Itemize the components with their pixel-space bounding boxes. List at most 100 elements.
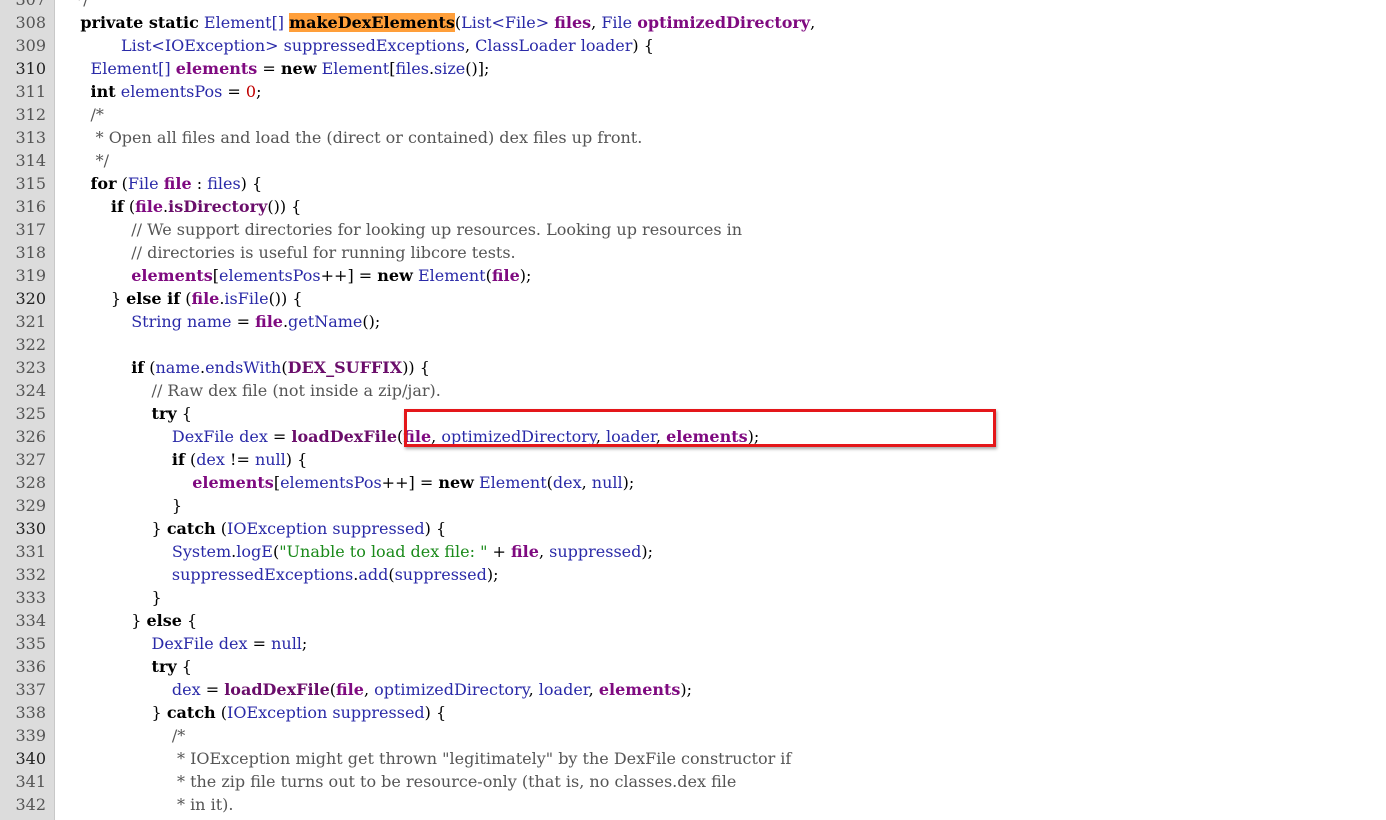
code-line[interactable]: 338 } catch (IOException suppressed) { <box>0 701 1386 724</box>
code-line[interactable]: 315 for (File file : files) { <box>0 172 1386 195</box>
code-line[interactable]: 319 elements[elementsPos++] = new Elemen… <box>0 264 1386 287</box>
code-token: ; <box>256 82 262 101</box>
code-token: ( <box>116 174 128 193</box>
code-line[interactable]: 332 suppressedExceptions.add(suppressed)… <box>0 563 1386 586</box>
code-token: ()]; <box>465 59 490 78</box>
code-token: isFile <box>224 289 269 308</box>
line-number: 321 <box>15 312 46 331</box>
line-source: List<IOException> suppressedExceptions, … <box>60 34 654 57</box>
code-line[interactable]: 341 * the zip file turns out to be resou… <box>0 770 1386 793</box>
code-token: ) { <box>424 519 447 538</box>
code-token: ) { <box>424 703 447 722</box>
line-source: * the zip file turns out to be resource-… <box>60 770 736 793</box>
code-token: try <box>151 657 177 676</box>
code-line[interactable]: 328 elements[elementsPos++] = new Elemen… <box>0 471 1386 494</box>
code-token: dex <box>218 634 248 653</box>
code-token: , <box>464 36 476 55</box>
line-source: elements[elementsPos++] = new Element(de… <box>60 471 634 494</box>
code-line[interactable]: 340 * IOException might get thrown "legi… <box>0 747 1386 770</box>
code-line[interactable]: 312 /* <box>0 103 1386 126</box>
line-number: 308 <box>15 13 46 32</box>
code-line[interactable]: 330 } catch (IOException suppressed) { <box>0 517 1386 540</box>
line-number: 315 <box>15 174 46 193</box>
code-line[interactable]: 329 } <box>0 494 1386 517</box>
code-token: file <box>135 197 164 216</box>
code-token: 0 <box>245 82 257 101</box>
code-line[interactable]: 323 if (name.endsWith(DEX_SUFFIX)) { <box>0 356 1386 379</box>
code-line[interactable]: 324 // Raw dex file (not inside a zip/ja… <box>0 379 1386 402</box>
code-line[interactable]: 307 */ <box>0 0 1386 11</box>
code-token: loader <box>538 680 589 699</box>
line-number: 332 <box>15 565 46 584</box>
line-source: * Open all files and load the (direct or… <box>60 126 643 149</box>
code-token: size <box>434 59 466 78</box>
code-line[interactable]: 317 // We support directories for lookin… <box>0 218 1386 241</box>
code-line[interactable]: 320 } else if (file.isFile()) { <box>0 287 1386 310</box>
code-line[interactable]: 334 } else { <box>0 609 1386 632</box>
code-line[interactable]: 314 */ <box>0 149 1386 172</box>
line-number: 324 <box>15 381 46 400</box>
code-line[interactable]: 339 /* <box>0 724 1386 747</box>
code-token: List<File> <box>461 13 550 32</box>
line-source: // We support directories for looking up… <box>60 218 742 241</box>
code-token: endsWith <box>205 358 282 377</box>
line-number: 327 <box>15 450 46 469</box>
code-token: { <box>181 611 198 630</box>
line-number: 307 <box>0 0 46 11</box>
code-token: ( <box>215 703 228 722</box>
code-token: catch <box>166 519 216 538</box>
code-line[interactable]: 311 int elementsPos = 0; <box>0 80 1386 103</box>
code-token: File <box>601 13 633 32</box>
code-line[interactable]: 327 if (dex != null) { <box>0 448 1386 471</box>
code-line[interactable]: 308 private static Element[] makeDexElem… <box>0 11 1386 34</box>
code-token: isDirectory <box>168 197 268 216</box>
code-token: ( <box>123 197 136 216</box>
code-token: , <box>581 473 592 492</box>
code-token: loadDexFile <box>224 680 330 699</box>
line-source: */ <box>60 0 88 11</box>
code-token: file <box>491 266 520 285</box>
code-line[interactable]: 316 if (file.isDirectory()) { <box>0 195 1386 218</box>
code-line[interactable]: 318 // directories is useful for running… <box>0 241 1386 264</box>
code-token: DexFile <box>171 427 235 446</box>
code-token: IOException <box>227 519 328 538</box>
code-token: { <box>176 657 192 676</box>
code-token: ( <box>180 289 192 308</box>
line-number: 329 <box>15 496 46 515</box>
line-source: DexFile dex = null; <box>60 632 308 655</box>
code-line[interactable]: 321 String name = file.getName(); <box>0 310 1386 333</box>
code-token: Element <box>321 59 390 78</box>
code-token: } <box>60 611 147 630</box>
code-line[interactable]: 310 Element[] elements = new Element[fil… <box>0 57 1386 80</box>
code-line[interactable]: 309 List<IOException> suppressedExceptio… <box>0 34 1386 57</box>
code-token: dex <box>239 427 268 446</box>
code-line[interactable]: 336 try { <box>0 655 1386 678</box>
code-token: null <box>271 634 302 653</box>
line-number: 340 <box>15 749 46 768</box>
code-line[interactable]: 342 * in it). <box>0 793 1386 816</box>
line-source: // Raw dex file (not inside a zip/jar). <box>60 379 441 402</box>
code-token: suppressed <box>332 519 425 538</box>
line-number: 313 <box>15 128 46 147</box>
code-token: files <box>207 174 241 193</box>
line-source: } else if (file.isFile()) { <box>60 287 303 310</box>
code-token: suppressed <box>332 703 425 722</box>
code-token: // Raw dex file (not inside a zip/jar). <box>60 381 441 400</box>
line-number: 314 <box>15 151 46 170</box>
code-line[interactable]: 331 System.logE("Unable to load dex file… <box>0 540 1386 563</box>
code-editor[interactable]: 307 */308 private static Element[] makeD… <box>0 0 1386 816</box>
code-line[interactable]: 313 * Open all files and load the (direc… <box>0 126 1386 149</box>
code-line[interactable]: 322 <box>0 333 1386 356</box>
line-source: for (File file : files) { <box>60 172 263 195</box>
highlight-callout-box <box>404 409 996 447</box>
code-line[interactable]: 333 } <box>0 586 1386 609</box>
code-token: DEX_SUFFIX <box>287 358 403 377</box>
code-line[interactable]: 335 DexFile dex = null; <box>0 632 1386 655</box>
code-line[interactable]: 337 dex = loadDexFile(file, optimizedDir… <box>0 678 1386 701</box>
code-token: elementsPos <box>219 266 321 285</box>
